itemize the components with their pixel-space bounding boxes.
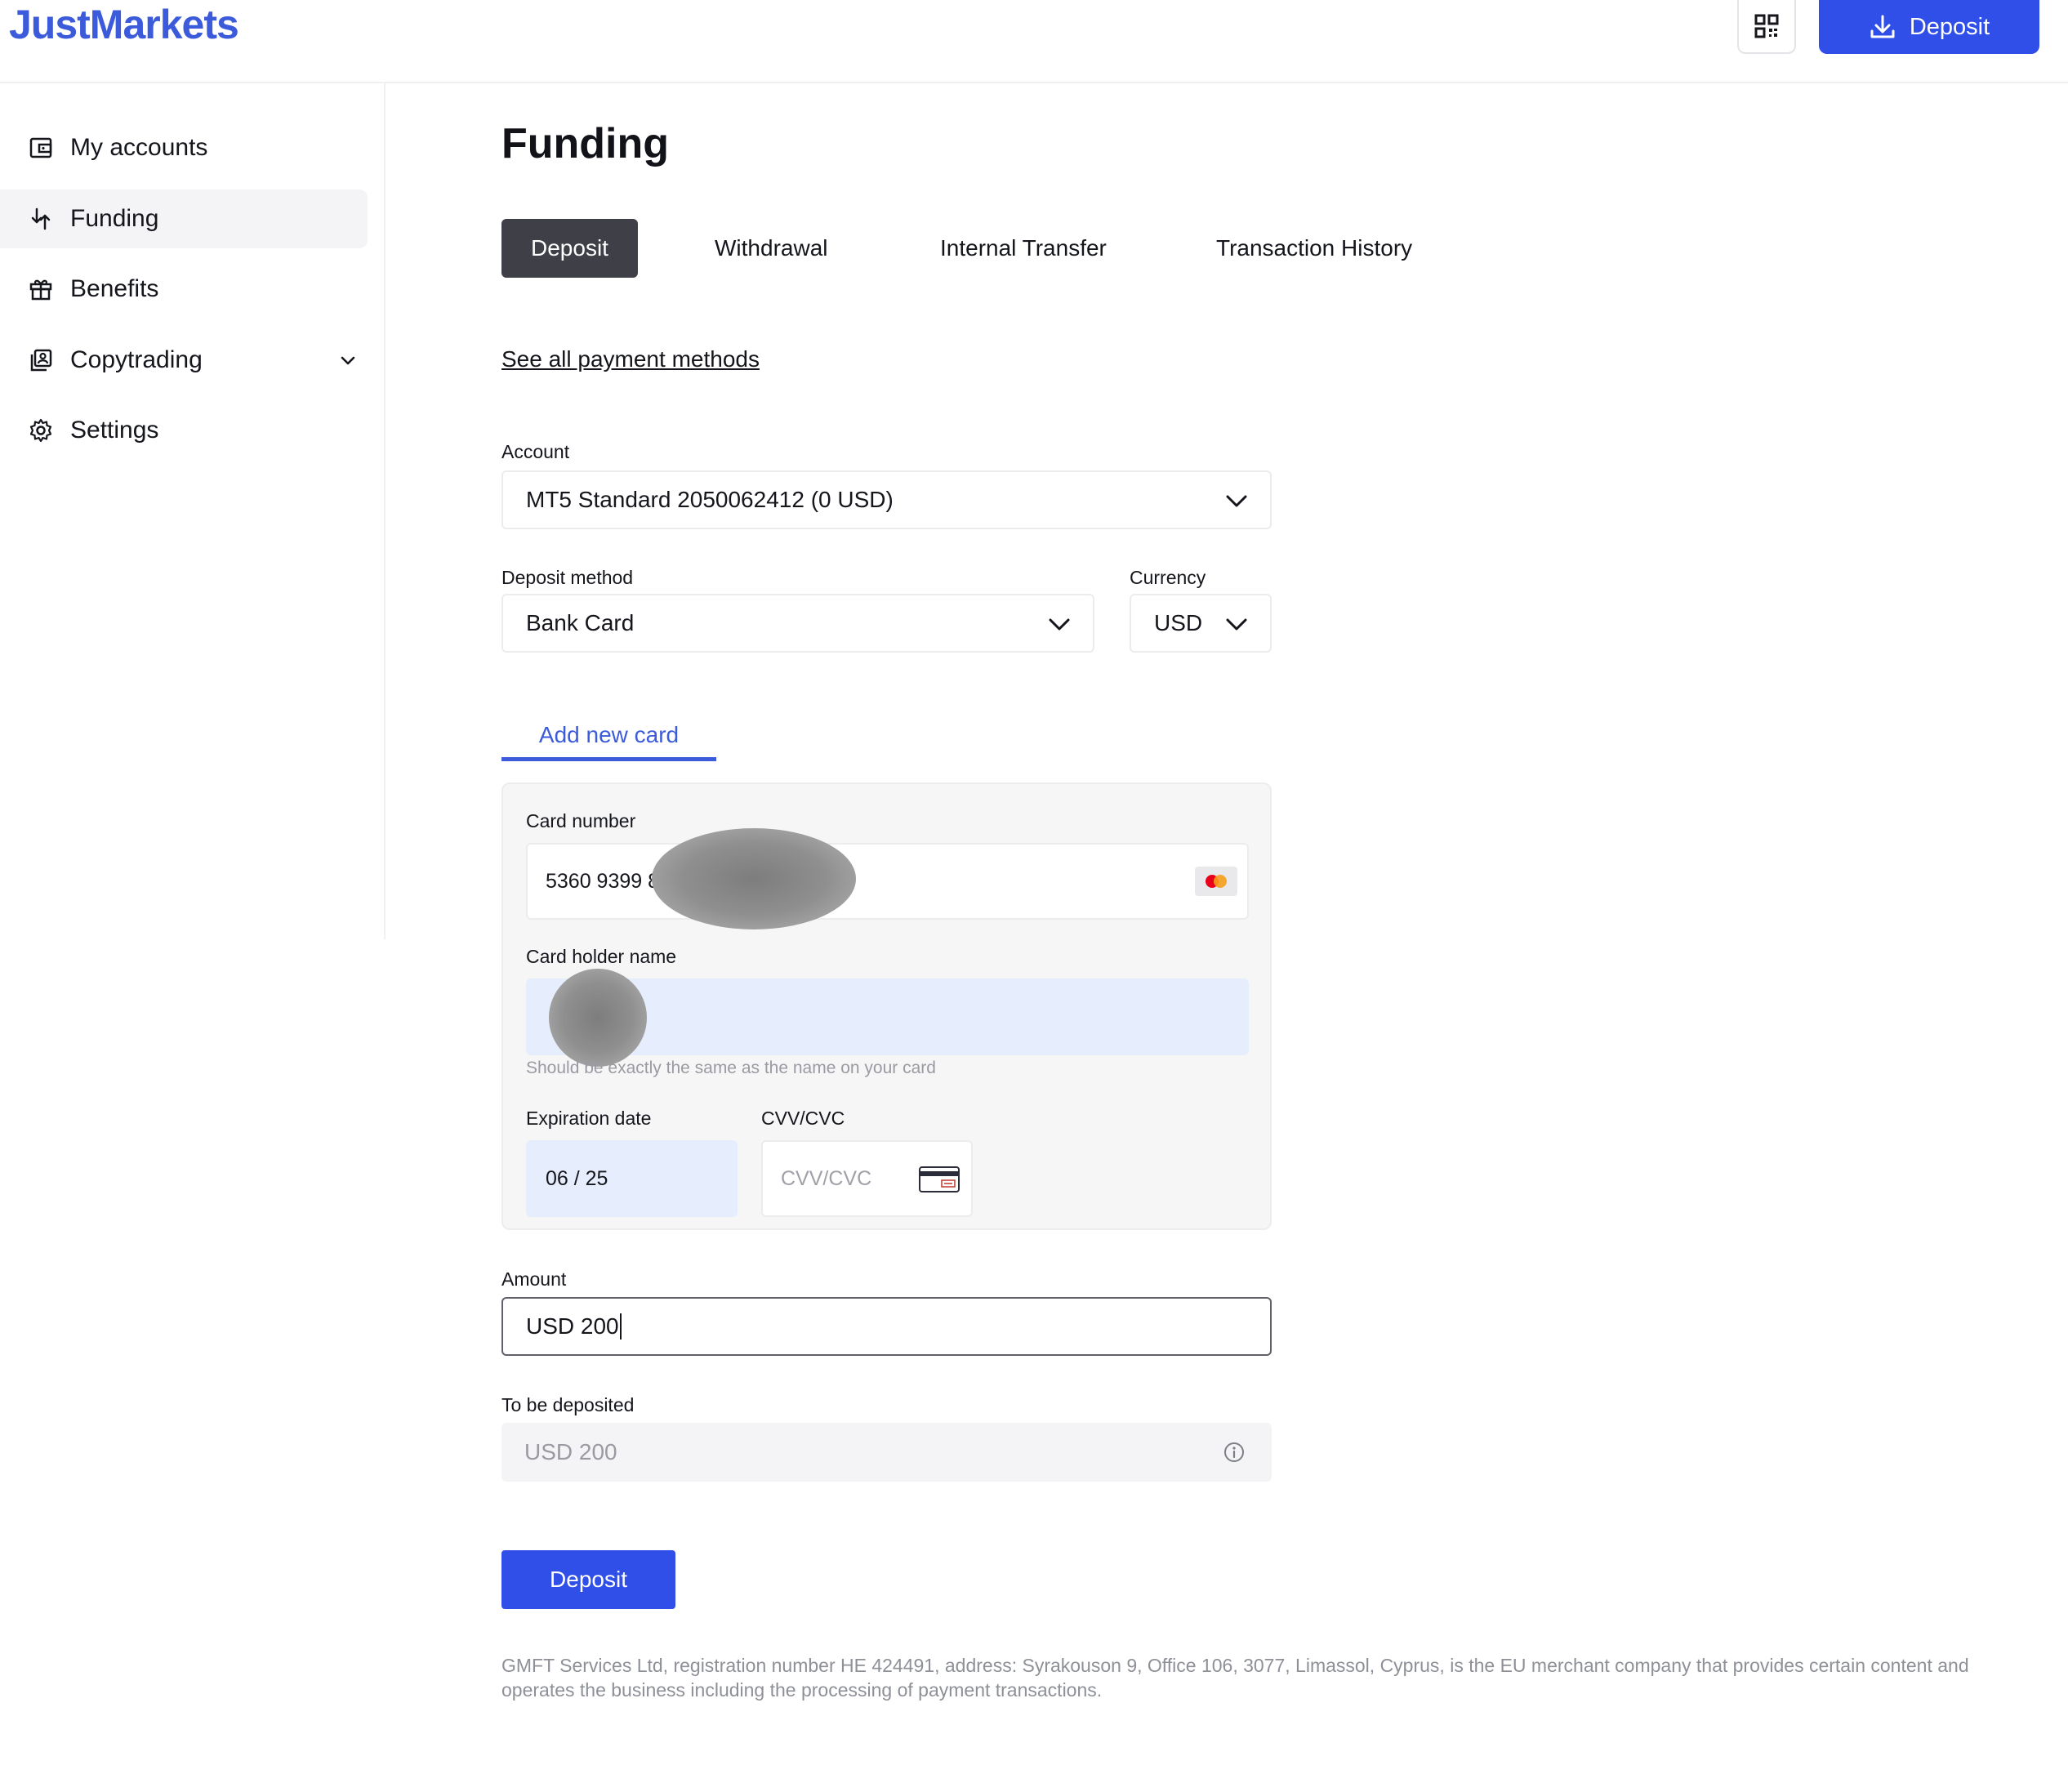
deposit-method-select[interactable]: Bank Card [501,594,1094,653]
account-value: MT5 Standard 2050062412 (0 USD) [526,487,894,512]
sidebar-item-copytrading[interactable]: Copytrading [0,331,368,390]
chevron-down-icon [1226,495,1247,507]
cvv-label: CVV/CVC [761,1108,845,1129]
legal-footer-text: GMFT Services Ltd, registration number H… [501,1655,1969,1701]
currency-select[interactable]: USD [1130,594,1272,653]
sidebar-item-label: Copytrading [70,346,203,373]
mastercard-icon [1195,867,1237,896]
card-number-field[interactable]: 5360 9399 80 [526,843,1249,920]
sidebar-item-funding[interactable]: Funding [0,189,368,248]
see-all-payment-methods-link[interactable]: See all payment methods [501,346,760,372]
to-be-deposited-value: USD 200 [524,1439,617,1464]
text-caret [619,1313,622,1340]
deposit-submit-button[interactable]: Deposit [501,1550,675,1609]
chevron-down-icon[interactable] [338,350,358,370]
header-deposit-label: Deposit [1909,13,1990,40]
expiry-field[interactable]: 06 / 25 [526,1140,738,1217]
wallet-icon [28,135,54,161]
tab-deposit[interactable]: Deposit [501,219,638,278]
qr-code-icon [1754,14,1779,38]
to-be-deposited-label: To be deposited [501,1394,635,1415]
expiry-label: Expiration date [526,1108,652,1129]
gift-icon [28,276,54,302]
redaction-blur [549,969,647,1067]
amount-label: Amount [501,1268,567,1290]
sidebar-item-label: My accounts [70,134,208,161]
funding-arrows-icon [28,206,54,232]
info-icon[interactable] [1223,1441,1246,1464]
amount-value: USD 200 [526,1313,619,1339]
sidebar-item-benefits[interactable]: Benefits [0,260,368,319]
sidebar: My accounts Funding Benefits Copytrading… [0,83,386,939]
to-be-deposited-field: USD 200 [501,1423,1272,1482]
top-bar: JustMarkets Deposit [0,0,2068,83]
card-back-icon [919,1166,960,1192]
qr-code-button[interactable] [1737,0,1796,54]
tab-transaction-history[interactable]: Transaction History [1216,219,1412,278]
redaction-blur [652,828,856,929]
account-label: Account [501,441,570,462]
chevron-down-icon [1226,618,1247,631]
deposit-method-label: Deposit method [501,567,634,588]
sidebar-item-label: Funding [70,205,159,232]
expiry-value: 06 / 25 [546,1166,608,1190]
amount-input[interactable]: USD 200 [501,1297,1272,1356]
chevron-down-icon [1049,618,1070,631]
justmarkets-logo[interactable]: JustMarkets [9,2,239,47]
card-holder-hint: Should be exactly the same as the name o… [526,1059,936,1077]
download-icon [1870,15,1895,38]
page-title: Funding [501,120,670,167]
cvv-placeholder: CVV/CVC [781,1166,872,1190]
tab-withdrawal[interactable]: Withdrawal [715,219,827,278]
card-number-label: Card number [526,810,636,831]
currency-value: USD [1154,610,1203,635]
copytrading-icon [28,347,54,373]
cvv-field[interactable]: CVV/CVC [761,1140,973,1217]
gear-icon [28,417,54,444]
currency-label: Currency [1130,567,1206,588]
add-new-card-tab[interactable]: Add new card [501,712,716,761]
card-form-panel: Card number 5360 9399 80 Card holder nam… [501,782,1272,1230]
sidebar-item-settings[interactable]: Settings [0,401,368,460]
sidebar-item-label: Benefits [70,275,159,302]
account-select[interactable]: MT5 Standard 2050062412 (0 USD) [501,470,1272,529]
sidebar-item-label: Settings [70,417,159,444]
card-holder-label: Card holder name [526,946,677,967]
tab-internal-transfer[interactable]: Internal Transfer [940,219,1107,278]
sidebar-item-my-accounts[interactable]: My accounts [0,118,368,177]
deposit-method-value: Bank Card [526,610,635,635]
header-deposit-button[interactable]: Deposit [1819,0,2039,54]
